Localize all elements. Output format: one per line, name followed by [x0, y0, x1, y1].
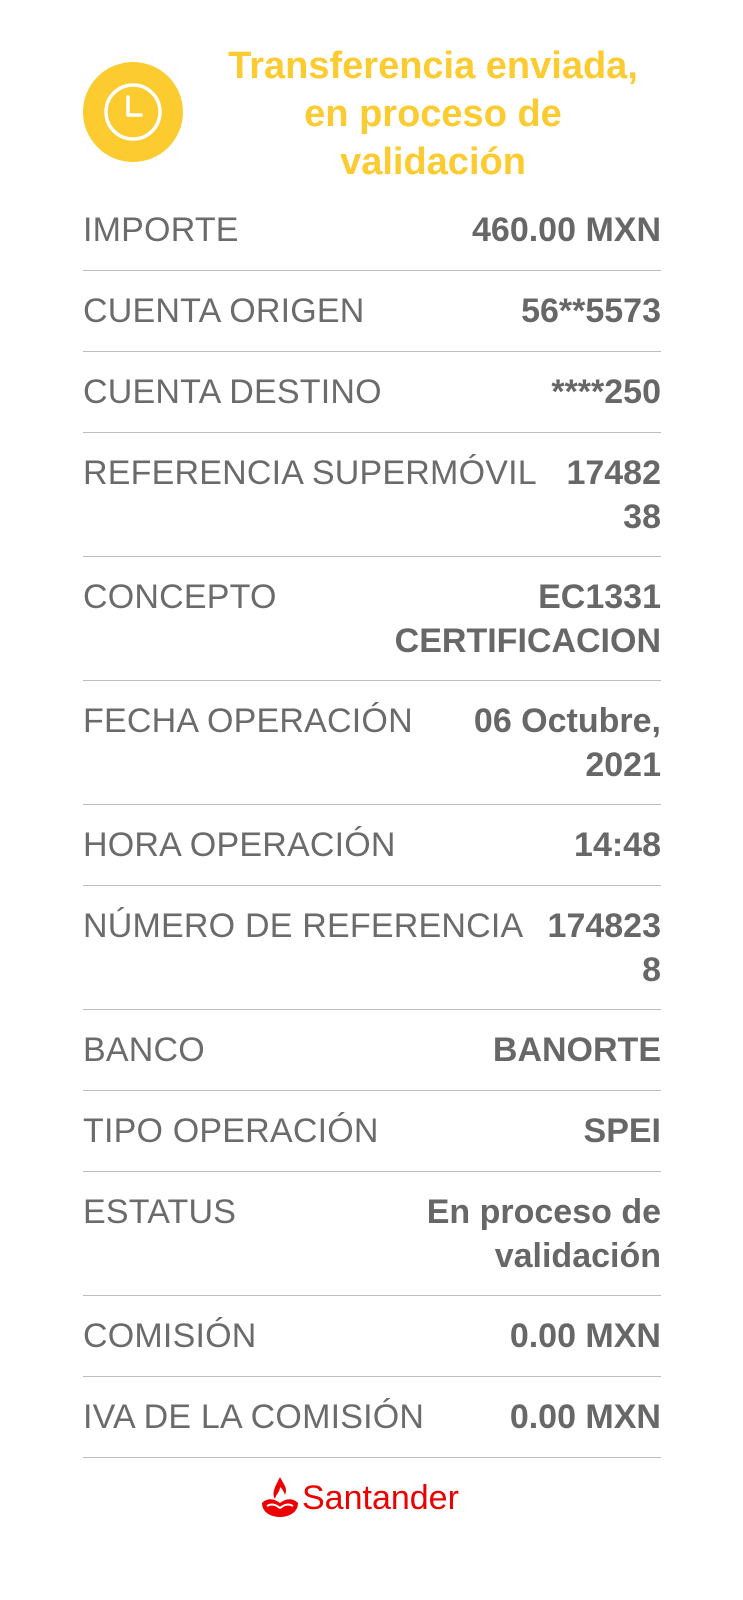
santander-logo: Santander [258, 1475, 488, 1525]
detail-label: CONCEPTO [83, 578, 277, 616]
brand-name: Santander [302, 1479, 459, 1517]
detail-label: IVA DE LA COMISIÓN [83, 1398, 425, 1436]
confirmation-header: Transferencia enviada, en proceso de val… [83, 40, 663, 190]
detail-label: BANCO [83, 1031, 205, 1069]
detail-value: 06 Octubre, 2021 [473, 702, 661, 784]
detail-label: HORA OPERACIÓN [83, 826, 396, 864]
detail-label: CUENTA DESTINO [83, 373, 382, 411]
santander-flame-icon [262, 1477, 298, 1517]
detail-row-cuenta-origen: CUENTA ORIGEN 56**5573 [83, 271, 661, 352]
detail-row-hora-operacion: HORA OPERACIÓN 14:48 [83, 805, 661, 886]
detail-value: 56**5573 [521, 292, 661, 330]
transfer-details-list: IMPORTE 460.00 MXN CUENTA ORIGEN 56**557… [83, 190, 661, 1458]
detail-value: 14:48 [574, 826, 661, 864]
detail-row-estatus: ESTATUS En proceso de validación [83, 1172, 661, 1296]
detail-row-iva-comision: IVA DE LA COMISIÓN 0.00 MXN [83, 1377, 661, 1458]
detail-label: REFERENCIA SUPERMÓVIL [83, 454, 537, 492]
detail-row-referencia-supermovil: REFERENCIA SUPERMÓVIL 1748238 [83, 433, 661, 557]
detail-label: COMISIÓN [83, 1317, 257, 1355]
detail-row-fecha-operacion: FECHA OPERACIÓN 06 Octubre, 2021 [83, 681, 661, 805]
detail-row-concepto: CONCEPTO EC1331 CERTIFICACION [83, 557, 661, 681]
detail-label: CUENTA ORIGEN [83, 292, 365, 330]
detail-label: ESTATUS [83, 1193, 237, 1231]
detail-value: ****250 [551, 373, 661, 411]
detail-value: EC1331 CERTIFICACION [394, 578, 661, 660]
detail-value: 1748238 [566, 454, 661, 536]
detail-value: BANORTE [492, 1031, 661, 1069]
detail-label: NÚMERO DE REFERENCIA [83, 907, 524, 945]
detail-row-importe: IMPORTE 460.00 MXN [83, 190, 661, 271]
detail-value: 460.00 MXN [472, 211, 661, 249]
clock-icon [83, 62, 183, 162]
detail-row-numero-referencia: NÚMERO DE REFERENCIA 1748238 [83, 886, 661, 1010]
detail-label: TIPO OPERACIÓN [83, 1112, 379, 1150]
detail-value: 0.00 MXN [509, 1317, 661, 1355]
detail-value: 0.00 MXN [509, 1398, 661, 1436]
detail-value: 1748238 [547, 907, 661, 989]
detail-value: SPEI [583, 1112, 661, 1150]
detail-row-comision: COMISIÓN 0.00 MXN [83, 1296, 661, 1377]
detail-label: IMPORTE [83, 211, 239, 249]
detail-row-cuenta-destino: CUENTA DESTINO ****250 [83, 352, 661, 433]
detail-row-tipo-operacion: TIPO OPERACIÓN SPEI [83, 1091, 661, 1172]
detail-label: FECHA OPERACIÓN [83, 702, 413, 740]
page-title: Transferencia enviada, en proceso de val… [228, 45, 638, 183]
detail-value: En proceso de validación [426, 1193, 661, 1275]
detail-row-banco: BANCO BANORTE [83, 1010, 661, 1091]
